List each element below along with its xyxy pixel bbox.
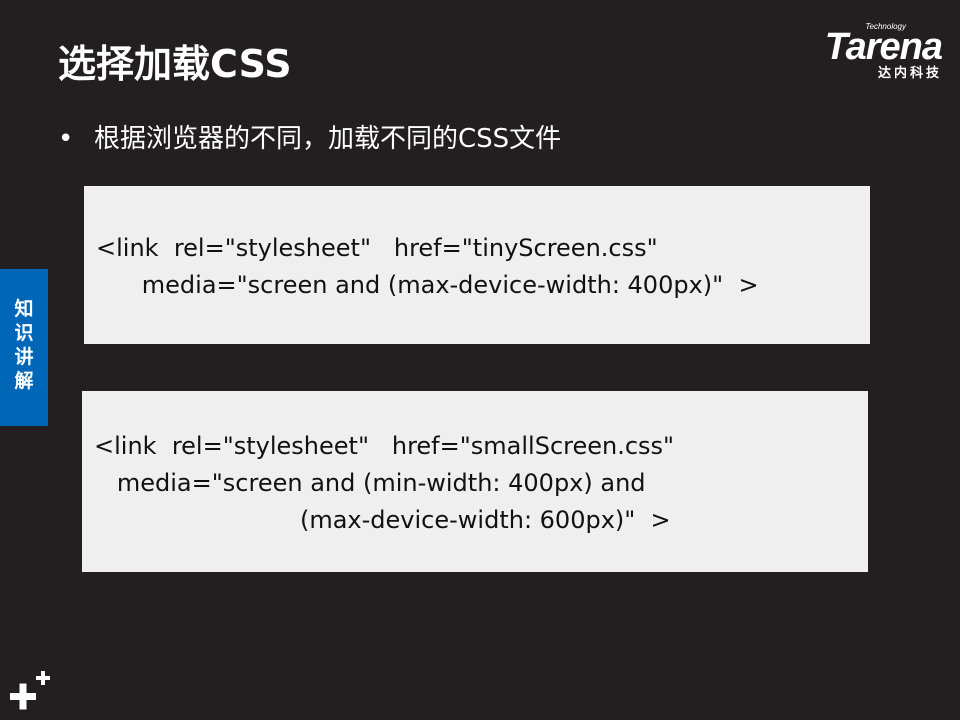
bullet-point: • 根据浏览器的不同，加载不同的CSS文件 <box>58 120 561 158</box>
code-line: media="screen and (max-device-width: 400… <box>96 271 759 299</box>
side-tab-char: 知 <box>14 298 34 320</box>
plus-cluster-icon <box>10 671 50 710</box>
logo-chinese-name: 达内科技 <box>877 66 942 81</box>
bullet-marker: • <box>58 124 74 154</box>
code-line: <link rel="stylesheet" href="smallScreen… <box>94 432 675 460</box>
code-line: media="screen and (min-width: 400px) and <box>94 469 646 497</box>
code-block-tiny-screen: <link rel="stylesheet" href="tinyScreen.… <box>84 186 870 344</box>
code-line: (max-device-width: 600px)" > <box>94 506 671 534</box>
logo-wordmark: Tarena <box>824 26 943 68</box>
slide-title: 选择加载CSS <box>58 42 292 86</box>
side-tab-char: 解 <box>14 370 34 392</box>
bullet-text: 根据浏览器的不同，加载不同的CSS文件 <box>94 124 562 154</box>
code-line: <link rel="stylesheet" href="tinyScreen.… <box>96 234 658 262</box>
code-block-small-screen: <link rel="stylesheet" href="smallScreen… <box>82 391 868 572</box>
tarena-logo: Technology Tarena 达内科技 <box>776 22 943 84</box>
knowledge-lecture-tab: 知 识 讲 解 <box>0 269 48 426</box>
side-tab-char: 讲 <box>14 346 34 368</box>
side-tab-char: 识 <box>14 322 34 344</box>
